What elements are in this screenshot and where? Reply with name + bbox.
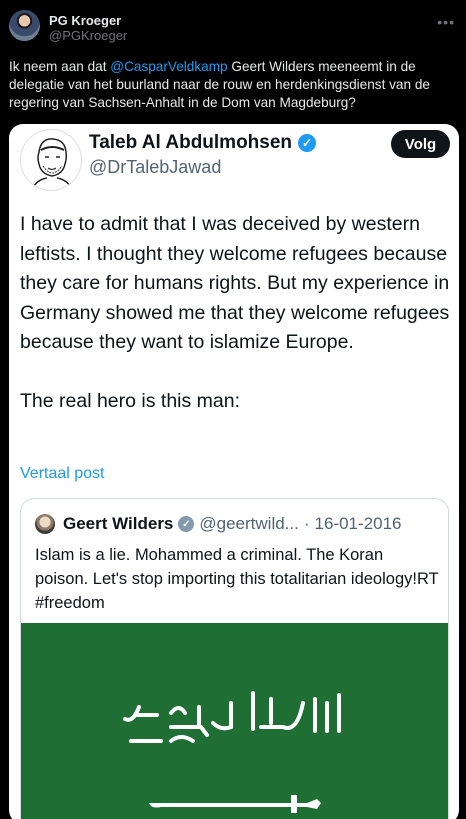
quoted-author-name: Geert Wilders [63,514,174,533]
tweet-text-part: Ik neem aan dat [9,59,111,74]
outer-tweet-header: PG Kroeger @PGKroeger ••• [9,10,457,50]
flag-emblem [123,691,341,813]
follow-button: Volg [391,130,450,158]
quoted-author-handle: @geertwild... [199,514,299,533]
tweet-text: Ik neem aan dat @CasparVeldkamp Geert Wi… [9,58,459,112]
avatar[interactable] [9,10,40,41]
embedded-author-handle: @DrTalebJawad [89,157,222,177]
embedded-tweet-text: I have to admit that I was deceived by w… [20,213,450,412]
embedded-author-name: Taleb Al Abdulmohsen ✓ [89,132,317,154]
attached-image-card[interactable]: Taleb Al Abdulmohsen ✓ @DrTalebJawad Vol… [9,124,459,819]
avatar [35,514,55,534]
embedded-author-name-text: Taleb Al Abdulmohsen [89,132,293,153]
saudi-flag-image [21,623,448,819]
separator: · [303,514,310,533]
quoted-tweet-header: Geert Wilders ✓ @geertwild... · 16-01-20… [63,514,402,534]
mention-link[interactable]: @CasparVeldkamp [110,59,227,74]
quoted-date: 16-01-2016 [314,514,402,533]
author-name[interactable]: PG Kroeger [49,13,121,28]
verified-badge-icon: ✓ [298,134,317,152]
sketch-portrait-icon [30,138,74,190]
quoted-tweet: Geert Wilders ✓ @geertwild... · 16-01-20… [20,498,449,819]
avatar [20,129,82,191]
verified-badge-icon: ✓ [178,516,195,532]
more-icon[interactable]: ••• [437,14,455,30]
translate-post-link: Vertaal post [20,465,105,482]
author-handle[interactable]: @PGKroeger [49,28,127,43]
quoted-tweet-text: Islam is a lie. Mohammed a criminal. The… [35,546,439,612]
